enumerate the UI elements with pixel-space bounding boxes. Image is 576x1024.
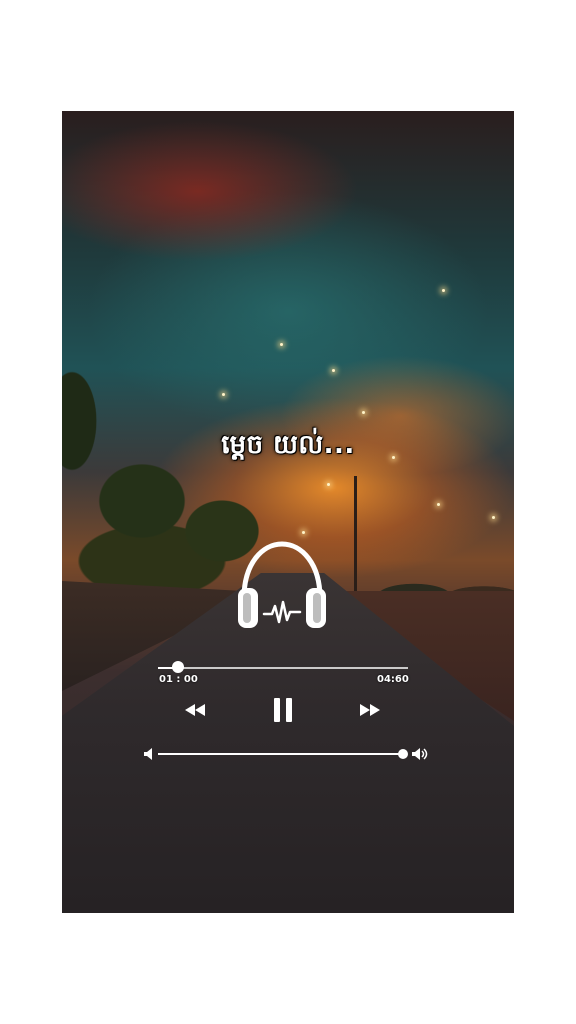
volume-thumb[interactable]: [398, 749, 408, 759]
fast-forward-icon: [360, 704, 380, 716]
fast-forward-button[interactable]: [355, 696, 385, 724]
sparkle: [280, 343, 283, 346]
rewind-button[interactable]: [180, 696, 210, 724]
progress-bar[interactable]: [158, 661, 408, 673]
sparkle: [222, 393, 225, 396]
screen: ម្ដេច យល់... 01 : 00 04:60: [0, 0, 576, 1024]
volume-fill: [158, 753, 403, 755]
sparkle: [332, 369, 335, 372]
pause-icon: [274, 698, 292, 722]
sparkle: [327, 483, 330, 486]
rewind-icon: [185, 704, 205, 716]
sparkle: [362, 411, 365, 414]
sparkle: [437, 503, 440, 506]
headphones-icon: [238, 541, 326, 628]
pause-button[interactable]: [268, 696, 298, 724]
background-photo: [62, 111, 514, 913]
sparkle: [442, 289, 445, 292]
volume-high-icon: [412, 748, 428, 760]
sparkle: [302, 531, 305, 534]
sparkle: [492, 516, 495, 519]
total-time: 04:60: [377, 674, 409, 685]
volume-low-icon: [144, 748, 152, 760]
volume-slider[interactable]: [158, 749, 408, 759]
elapsed-time: 01 : 00: [159, 674, 198, 685]
progress-thumb[interactable]: [172, 661, 184, 673]
utility-pole: [354, 476, 357, 606]
song-title: ម្ដេច យល់...: [221, 430, 355, 460]
